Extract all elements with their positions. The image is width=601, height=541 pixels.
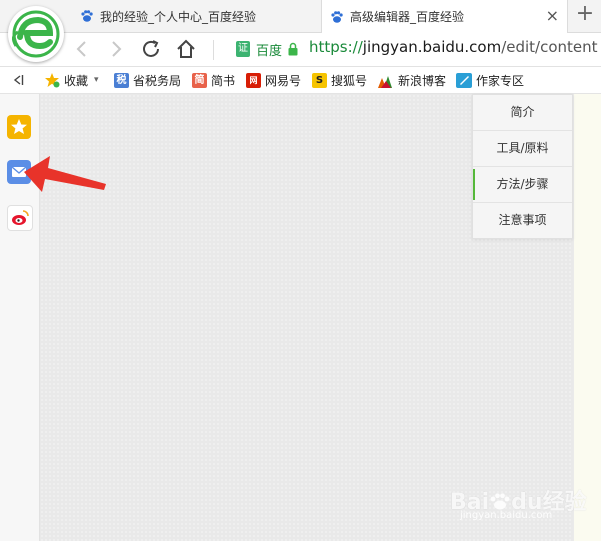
url-field[interactable]: https://jingyan.baidu.com/edit/content <box>309 38 598 56</box>
address-bar-row: 证 百度 https://jingyan.baidu.com/edit/cont… <box>0 33 601 67</box>
sidebar-item-favorites[interactable] <box>7 115 31 139</box>
bookmark-label: 网易号 <box>265 73 302 88</box>
tax-bureau-icon: 税 <box>114 72 129 88</box>
url-host: jingyan.baidu.com <box>362 38 502 56</box>
right-margin <box>573 94 601 541</box>
home-icon[interactable] <box>174 37 198 61</box>
browser-logo[interactable] <box>8 6 64 62</box>
bookmark-label: 新浪博客 <box>398 73 447 88</box>
star-icon <box>45 73 60 88</box>
tab-title: 高级编辑器_百度经验 <box>350 10 465 24</box>
bookmark-sohu[interactable]: S 搜狐号 <box>312 71 367 89</box>
netease-icon: 网 <box>246 72 261 88</box>
bookmark-label: 搜狐号 <box>331 73 368 88</box>
red-arrow-icon <box>24 156 106 192</box>
watermark-paw-icon <box>489 492 511 510</box>
bookmark-writer-zone[interactable]: 作家专区 <box>456 71 524 89</box>
bookmark-favorites[interactable]: 收藏 ▾ <box>44 71 99 89</box>
bookmark-netease[interactable]: 网 网易号 <box>246 71 301 89</box>
tab-close-button[interactable]: × <box>546 8 559 24</box>
writer-zone-icon <box>456 72 472 88</box>
bookmark-label: 省税务局 <box>133 73 182 88</box>
certificate-badge[interactable]: 证 <box>236 41 250 57</box>
baidu-paw-icon <box>81 10 93 22</box>
bookmark-label: 简书 <box>211 73 236 88</box>
chevron-down-icon: ▾ <box>94 75 99 85</box>
section-nav-menu: 简介 工具/原料 方法/步骤 注意事项 <box>472 94 573 239</box>
collapse-left-icon <box>13 75 24 85</box>
sidebar-item-weibo[interactable] <box>7 205 33 231</box>
url-scheme: https:// <box>309 38 363 56</box>
url-path: /edit/content <box>501 38 598 56</box>
nav-item-notes[interactable]: 注意事项 <box>473 203 572 238</box>
baidu-paw-icon <box>331 10 343 23</box>
bookmark-label: 收藏 <box>64 73 89 88</box>
bookmarks-toggle[interactable] <box>12 71 24 89</box>
tab-advanced-editor[interactable]: 高级编辑器_百度经验 × <box>321 0 568 33</box>
new-tab-button[interactable]: + <box>574 3 596 26</box>
jianshu-icon: 简 <box>192 72 207 88</box>
bookmark-sina-blog[interactable]: 新浪博客 <box>378 71 446 89</box>
baidu-jingyan-watermark: Bai du经验 jingyan.baidu.com <box>450 470 587 525</box>
weibo-icon <box>12 210 29 225</box>
favorites-star-icon <box>11 119 27 134</box>
lock-icon <box>288 42 298 56</box>
bookmark-label: 作家专区 <box>476 73 525 88</box>
watermark-domain: jingyan.baidu.com <box>460 510 553 521</box>
nav-item-intro[interactable]: 简介 <box>473 95 572 131</box>
bookmark-jianshu[interactable]: 简 简书 <box>192 71 235 89</box>
certificate-name: 百度 <box>256 44 283 59</box>
tab-bar: 我的经验_个人中心_百度经验 高级编辑器_百度经验 × + <box>0 0 601 33</box>
divider <box>213 40 214 60</box>
reload-icon[interactable] <box>139 37 163 61</box>
forward-icon[interactable] <box>104 37 128 61</box>
nav-item-steps[interactable]: 方法/步骤 <box>473 167 572 203</box>
nav-item-tools[interactable]: 工具/原料 <box>473 131 572 167</box>
sohu-icon: S <box>312 72 327 88</box>
browser-e-logo-icon <box>11 10 60 58</box>
sina-blog-icon <box>378 75 392 88</box>
tab-title: 我的经验_个人中心_百度经验 <box>100 9 257 24</box>
bookmarks-bar: 收藏 ▾ 税 省税务局 简 简书 网 网易号 S 搜狐号 新浪博客 作家专区 <box>0 67 601 94</box>
back-icon[interactable] <box>70 37 94 61</box>
tab-personal-center[interactable]: 我的经验_个人中心_百度经验 <box>80 0 314 32</box>
bookmark-tax-bureau[interactable]: 税 省税务局 <box>114 71 181 89</box>
